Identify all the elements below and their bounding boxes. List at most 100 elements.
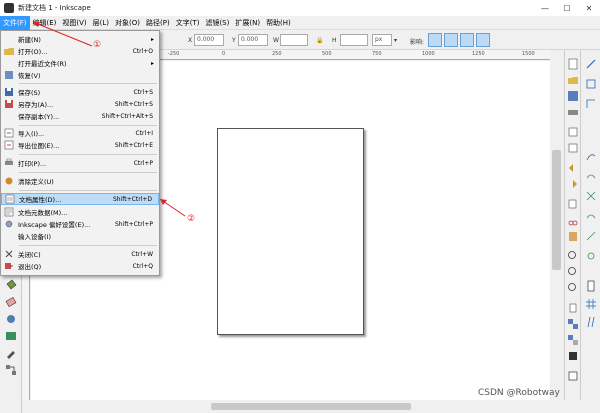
snap-page-icon[interactable] (585, 280, 597, 292)
paste-icon[interactable] (567, 230, 579, 242)
menu-item-close[interactable]: 关闭(C) Ctrl+W (1, 248, 159, 260)
snap-guide-icon[interactable] (585, 316, 597, 328)
spray-icon[interactable] (4, 312, 18, 326)
move-gradients-toggle[interactable] (460, 33, 474, 47)
menu-item-revert[interactable]: 恢复(V) (1, 69, 159, 81)
open-folder-icon[interactable] (567, 74, 579, 86)
menu-separator (19, 245, 157, 246)
tool-controls-bar: X 0.000 Y 0.000 W 🔒 H px ▾ 影响: (150, 30, 600, 50)
vertical-scroll-thumb[interactable] (552, 150, 561, 270)
unit-select[interactable]: px (372, 34, 392, 46)
menu-help[interactable]: 帮助(H) (263, 16, 294, 30)
xml-editor-icon[interactable] (567, 370, 579, 382)
cut-icon[interactable] (567, 214, 579, 226)
menu-item-label: 关闭(C) (18, 251, 41, 259)
redo-icon[interactable] (567, 178, 579, 190)
save-icon[interactable] (567, 90, 579, 102)
paint-bucket-icon[interactable] (4, 278, 18, 292)
horizontal-scrollbar[interactable] (31, 400, 550, 413)
snap-paths-icon[interactable] (585, 170, 597, 182)
ruler-tick: 1250 (472, 51, 485, 57)
lock-icon[interactable]: 🔒 (316, 37, 323, 44)
ungroup-icon[interactable] (567, 334, 579, 346)
document-page[interactable] (217, 128, 364, 335)
print-icon[interactable] (567, 106, 579, 118)
menu-extensions[interactable]: 扩展(N) (232, 16, 263, 30)
dropper-icon[interactable] (4, 346, 18, 360)
snap-intersection-icon[interactable] (585, 190, 597, 202)
menu-item-export-bitmap[interactable]: 导出位图(E)... Shift+Ctrl+E (1, 139, 159, 151)
zoom-selection-icon[interactable] (567, 250, 579, 262)
menu-item-document-metadata[interactable]: 文档元数据(M)... (1, 206, 159, 218)
snap-toggle-icon[interactable] (585, 58, 597, 70)
copy-icon[interactable] (567, 198, 579, 210)
menu-item-shortcut: Ctrl+Q (132, 262, 153, 270)
group-icon[interactable] (567, 318, 579, 330)
menu-edit[interactable]: 编辑(E) (30, 16, 60, 30)
watermark: CSDN @Robotway (478, 388, 560, 398)
menu-item-shortcut: Ctrl+S (133, 88, 153, 96)
snap-bbox-icon[interactable] (585, 78, 597, 90)
menu-layer[interactable]: 层(L) (90, 16, 112, 30)
close-button[interactable]: ✕ (578, 0, 600, 16)
menu-file[interactable]: 文件(F) (0, 15, 30, 30)
quit-icon (4, 261, 14, 271)
import-icon (4, 128, 14, 138)
vertical-scrollbar[interactable] (550, 50, 564, 400)
menu-item-label: 输入设备(I) (18, 233, 51, 241)
import-icon[interactable] (567, 126, 579, 138)
snap-nodes-icon[interactable] (585, 150, 597, 162)
menu-item-label: 退出(Q) (18, 263, 42, 271)
snap-smooth-icon[interactable] (585, 210, 597, 222)
new-document-icon[interactable] (567, 58, 579, 70)
menu-item-open-recent[interactable]: 打开最近文件(R) ▸ (1, 57, 159, 69)
save-as-icon (4, 99, 14, 109)
w-field[interactable] (280, 34, 308, 46)
menu-view[interactable]: 视图(V) (59, 16, 89, 30)
snap-bbox-edge-icon[interactable] (585, 98, 597, 110)
minimize-button[interactable]: — (534, 0, 556, 16)
menu-item-save[interactable]: 保存(S) Ctrl+S (1, 86, 159, 98)
gradient-icon[interactable] (4, 329, 18, 343)
snap-grid-icon[interactable] (585, 298, 597, 310)
scale-stroke-toggle[interactable] (428, 33, 442, 47)
menu-item-print[interactable]: 打印(P)... Ctrl+P (1, 157, 159, 169)
menu-text[interactable]: 文字(T) (173, 16, 203, 30)
zoom-drawing-icon[interactable] (567, 266, 579, 278)
y-field[interactable]: 0.000 (238, 34, 268, 46)
zoom-page-icon[interactable] (567, 282, 579, 294)
affect-label: 影响: (410, 39, 425, 46)
menu-item-label: 打开(O)... (18, 48, 48, 56)
menu-item-input-devices[interactable]: 输入设备(I) (1, 230, 159, 242)
h-field[interactable] (340, 34, 368, 46)
duplicate-icon[interactable] (567, 302, 579, 314)
menu-item-document-properties[interactable]: 文档属性(D)... Shift+Ctrl+D (1, 193, 159, 205)
menu-separator (19, 154, 157, 155)
chevron-down-icon[interactable]: ▾ (394, 37, 397, 44)
horizontal-scroll-thumb[interactable] (211, 403, 411, 410)
menu-item-quit[interactable]: 退出(Q) Ctrl+Q (1, 260, 159, 272)
x-field[interactable]: 0.000 (194, 34, 224, 46)
menu-item-save-copy[interactable]: 保存副本(Y)... Shift+Ctrl+Alt+S (1, 110, 159, 122)
menu-item-preferences[interactable]: Inkscape 偏好设置(E)... Shift+Ctrl+P (1, 218, 159, 230)
scale-corners-toggle[interactable] (444, 33, 458, 47)
snap-center-icon[interactable] (585, 250, 597, 262)
menu-path[interactable]: 路径(P) (143, 16, 173, 30)
menu-item-vacuum-defs[interactable]: 清除定义(U) (1, 175, 159, 187)
menu-separator (19, 172, 157, 173)
undo-icon[interactable] (567, 162, 579, 174)
connector-icon[interactable] (4, 363, 18, 377)
snap-midpoint-icon[interactable] (585, 230, 597, 242)
menu-item-import[interactable]: 导入(I)... Ctrl+I (1, 127, 159, 139)
menu-item-shortcut: Ctrl+I (135, 129, 153, 137)
eraser-icon[interactable] (4, 295, 18, 309)
menu-filters[interactable]: 滤镜(S) (202, 16, 232, 30)
move-patterns-toggle[interactable] (476, 33, 490, 47)
menu-item-new[interactable]: 新建(N) ▸ (1, 33, 159, 45)
menu-item-save-as[interactable]: 另存为(A)... Shift+Ctrl+S (1, 98, 159, 110)
maximize-button[interactable]: ☐ (556, 0, 578, 16)
menu-item-open[interactable]: 打开(O)... Ctrl+O (1, 45, 159, 57)
fill-stroke-icon[interactable] (567, 350, 579, 362)
menu-object[interactable]: 对象(O) (112, 16, 143, 30)
export-icon[interactable] (567, 142, 579, 154)
